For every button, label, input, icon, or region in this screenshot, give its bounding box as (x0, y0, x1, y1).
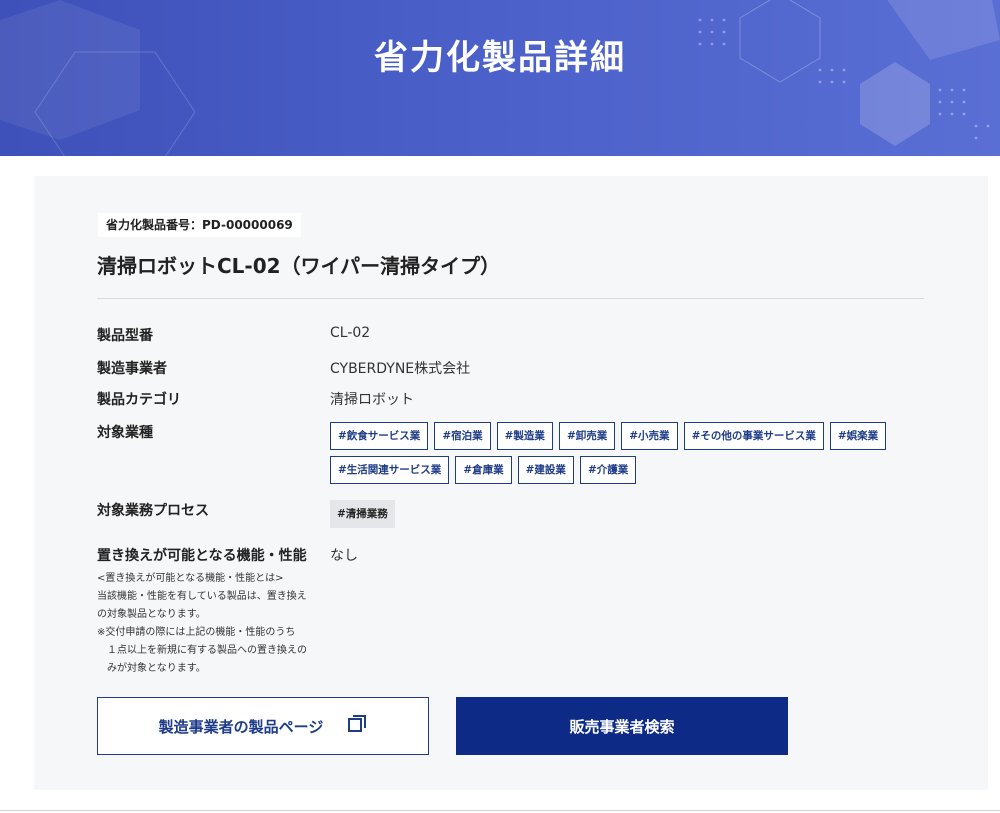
model-value: CL-02 (330, 325, 371, 341)
industry-tag[interactable]: #生活関連サービス業 (330, 456, 450, 484)
product-number: PD-00000069 (202, 218, 293, 232)
process-tag[interactable]: #清掃業務 (330, 500, 395, 528)
replace-note-line: 当該機能・性能を有している製品は、置き換えの対象製品となります。 (97, 591, 307, 620)
replace-value: なし (330, 548, 358, 564)
industry-tag[interactable]: #建設業 (517, 456, 574, 484)
industry-tag[interactable]: #飲食サービス業 (330, 422, 429, 450)
external-window-icon (347, 714, 367, 738)
replace-note-line: ※交付申請の際には上記の機能・性能のうち (97, 627, 296, 638)
product-number-label: 省力化製品番号： (106, 218, 203, 232)
hero-banner: 省力化製品詳細 (0, 0, 1000, 156)
footer-divider (0, 810, 1000, 811)
industries-label: 対象業種 (97, 425, 153, 441)
industry-tag[interactable]: #卸売業 (558, 422, 616, 450)
maker-product-page-button[interactable]: 製造事業者の製品ページ (97, 697, 429, 755)
industry-tag[interactable]: #製造業 (496, 422, 553, 450)
industry-tag[interactable]: #娯楽業 (829, 422, 887, 450)
industry-tag[interactable]: #倉庫業 (455, 456, 512, 484)
industry-tag[interactable]: #小売業 (621, 422, 678, 450)
industry-tag[interactable]: #介護業 (579, 456, 637, 484)
industry-tag-list: #飲食サービス業 #宿泊業 #製造業 #卸売業 #小売業 #その他の事業サービス… (330, 422, 890, 484)
process-label: 対象業務プロセス (97, 503, 209, 519)
replace-note: <置き換えが可能となる機能・性能とは> 当該機能・性能を有している製品は、置き換… (97, 570, 312, 678)
page-title: 省力化製品詳細 (374, 38, 626, 78)
product-title: 清掃ロボットCL-02（ワイパー清掃タイプ） (97, 254, 501, 278)
maker-product-page-label: 製造事業者の製品ページ (158, 717, 324, 736)
product-number-badge: 省力化製品番号：PD-00000069 (98, 213, 301, 237)
title-divider (97, 298, 924, 299)
category-value: 清掃ロボット (330, 392, 414, 408)
model-label: 製品型番 (97, 328, 153, 344)
replace-note-title: <置き換えが可能となる機能・性能とは> (97, 573, 284, 584)
replace-note-line: １点以上を新規に有する製品への置き換えのみが対象となります。 (107, 645, 307, 674)
industry-tag[interactable]: #宿泊業 (434, 422, 491, 450)
industry-tag[interactable]: #その他の事業サービス業 (683, 422, 824, 450)
maker-label: 製造事業者 (97, 361, 167, 377)
dealer-search-button[interactable]: 販売事業者検索 (456, 697, 788, 755)
category-label: 製品カテゴリ (97, 392, 181, 408)
replace-label: 置き換えが可能となる機能・性能 (97, 548, 307, 564)
maker-value: CYBERDYNE株式会社 (330, 361, 471, 377)
